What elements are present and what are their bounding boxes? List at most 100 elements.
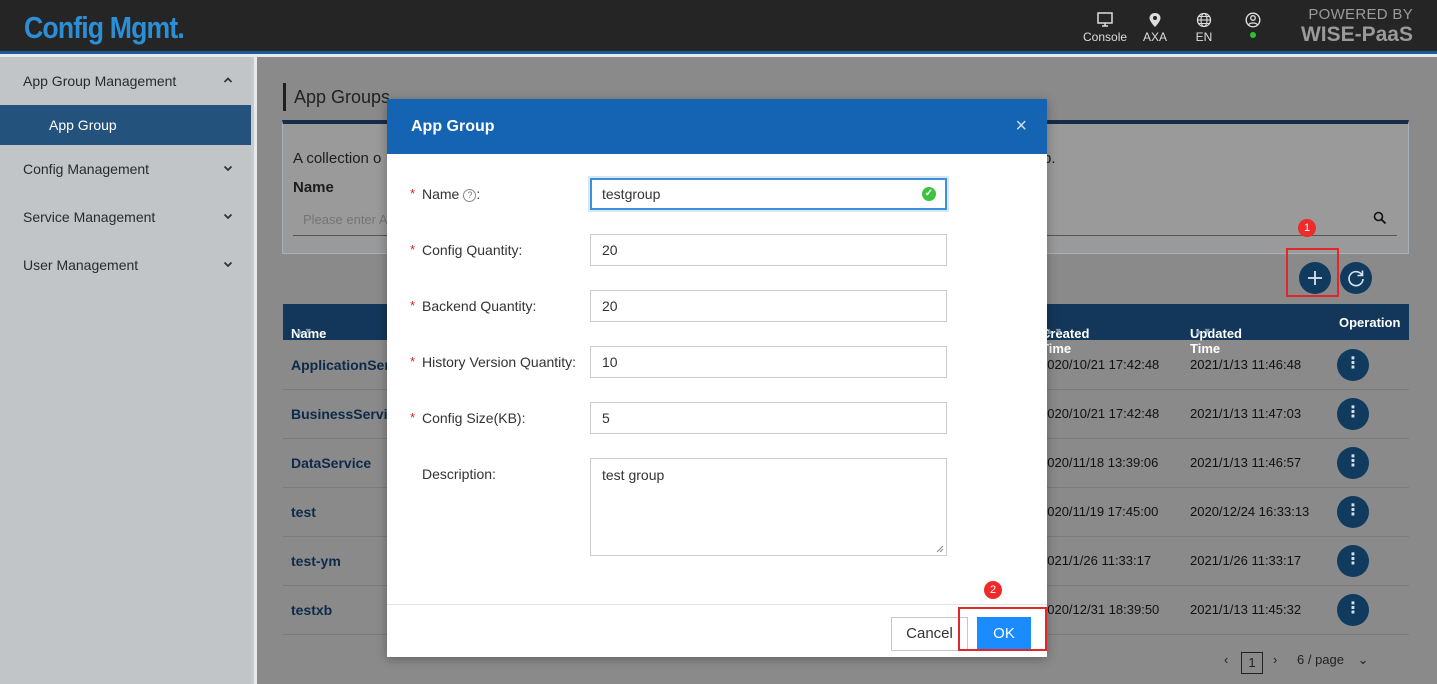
console-label: Console [1083, 30, 1128, 44]
dialog-title: App Group [411, 118, 495, 135]
required-mark: * [410, 410, 416, 425]
created-time: 2020/11/18 13:39:06 [1040, 455, 1159, 470]
created-time: 2020/10/21 17:42:48 [1040, 406, 1160, 421]
user-menu-button[interactable] [1244, 12, 1262, 38]
page-description: A collection o [293, 150, 382, 167]
updated-time: 2021/1/13 11:45:32 [1190, 602, 1302, 617]
app-group-name-link[interactable]: BusinessServic [291, 406, 395, 422]
close-icon[interactable]: × [1015, 99, 1027, 154]
sidebar-item-service-management[interactable]: Service Management [0, 193, 251, 241]
top-bar: Config Mgmt. Console AXA EN POWERED BY W… [0, 0, 1437, 54]
history-version-quantity-input[interactable]: 10 [590, 346, 947, 378]
description-textarea[interactable]: test group [590, 458, 947, 556]
app-logo[interactable]: Config Mgmt. [24, 10, 185, 46]
chevron-down-icon [223, 145, 233, 193]
console-button[interactable]: Console [1083, 12, 1127, 44]
step-badge-1: 1 [1298, 219, 1316, 237]
backend-quantity-input[interactable]: 20 [590, 290, 947, 322]
config-size-label: Config Size(KB): [422, 410, 526, 426]
location-label: AXA [1143, 30, 1168, 44]
sort-icon: ▲▼ [295, 326, 313, 336]
more-actions-button[interactable]: ⋮ [1337, 545, 1369, 577]
config-quantity-input[interactable]: 20 [590, 234, 947, 266]
config-quantity-label: Config Quantity: [422, 242, 523, 258]
app-group-name-link[interactable]: testxb [291, 602, 332, 618]
sidebar-item-label: User Management [23, 257, 139, 273]
backend-quantity-row: * Backend Quantity: 20 [387, 290, 1047, 322]
chevron-down-icon [223, 193, 233, 241]
resize-grip-icon[interactable] [936, 545, 944, 553]
sort-icon: ▲▼ [1045, 326, 1063, 336]
required-mark: * [410, 354, 416, 369]
updated-time: 2020/12/24 16:33:13 [1190, 504, 1310, 519]
backend-quantity-label: Backend Quantity: [422, 298, 537, 314]
online-status-dot [1250, 32, 1256, 38]
user-icon [1245, 12, 1261, 28]
chevron-up-icon [223, 57, 233, 105]
sidebar-item-config-management[interactable]: Config Management [0, 145, 251, 193]
language-label: EN [1195, 30, 1213, 44]
step-badge-2: 2 [984, 581, 1002, 599]
page-size-select[interactable]: 6 / page ⌄ [1297, 652, 1369, 668]
created-time: 2020/10/21 17:42:48 [1040, 357, 1160, 372]
sidebar-item-user-management[interactable]: User Management [0, 241, 251, 289]
prev-page-button[interactable]: ‹ [1224, 652, 1228, 667]
app-group-name-link[interactable]: ApplicationSer [291, 357, 390, 373]
location-button[interactable]: AXA [1143, 12, 1167, 44]
created-time: 2020/11/19 17:45:00 [1040, 504, 1159, 519]
dialog-header: App Group × [387, 99, 1047, 154]
required-mark: * [410, 242, 416, 257]
app-group-dialog: App Group × * Name?: testgroup ✓ * Confi… [387, 99, 1047, 657]
dialog-footer: Cancel OK [387, 604, 1047, 657]
sidebar: App Group Management App Group Config Ma… [0, 57, 254, 684]
globe-icon [1196, 12, 1212, 28]
sidebar-item-label: Config Management [23, 161, 150, 177]
more-actions-button[interactable]: ⋮ [1337, 398, 1369, 430]
updated-time: 2021/1/13 11:46:48 [1190, 357, 1302, 372]
refresh-icon [1348, 270, 1364, 287]
sidebar-item-label: App Group Management [23, 73, 177, 89]
sort-icon: ▲▼ [1194, 326, 1212, 336]
updated-time: 2021/1/13 11:46:57 [1190, 455, 1302, 470]
page-number-current[interactable]: 1 [1241, 652, 1263, 674]
updated-time: 2021/1/13 11:47:03 [1190, 406, 1302, 421]
search-icon[interactable] [1373, 211, 1387, 228]
sidebar-item-app-group[interactable]: App Group [0, 105, 251, 145]
name-input[interactable]: testgroup ✓ [590, 178, 947, 210]
created-time: 2020/12/31 18:39:50 [1040, 602, 1160, 617]
updated-time: 2021/1/26 11:33:17 [1190, 553, 1302, 568]
language-button[interactable]: EN [1195, 12, 1213, 44]
more-actions-button[interactable]: ⋮ [1337, 447, 1369, 479]
location-pin-icon [1149, 13, 1161, 27]
more-actions-button[interactable]: ⋮ [1337, 594, 1369, 626]
name-filter-label: Name [293, 179, 334, 196]
page-title: App Groups [283, 83, 390, 111]
app-group-name-link[interactable]: test-ym [291, 553, 341, 569]
refresh-button[interactable] [1340, 262, 1372, 294]
monitor-icon [1097, 12, 1113, 27]
app-group-name-link[interactable]: test [291, 504, 316, 520]
highlight-box-ok [958, 607, 1047, 651]
app-group-name-link[interactable]: DataService [291, 455, 371, 471]
next-page-button[interactable]: › [1273, 652, 1277, 667]
description-label: Description: [422, 466, 496, 482]
created-time: 2021/1/26 11:33:17 [1040, 553, 1152, 568]
required-mark: * [410, 298, 416, 313]
sidebar-item-label: Service Management [23, 209, 156, 225]
history-version-quantity-label: History Version Quantity: [422, 354, 577, 370]
highlight-box-add [1286, 248, 1339, 297]
name-field-label: Name?: [422, 186, 481, 202]
description-row: Description: test group [387, 458, 1047, 556]
name-field-row: * Name?: testgroup ✓ [387, 178, 1047, 210]
sidebar-item-app-group-management[interactable]: App Group Management [0, 57, 251, 105]
cancel-button[interactable]: Cancel [891, 617, 968, 651]
more-actions-button[interactable]: ⋮ [1337, 496, 1369, 528]
required-mark: * [410, 186, 416, 201]
config-size-input[interactable]: 5 [590, 402, 947, 434]
chevron-down-icon: ⌄ [1357, 652, 1369, 667]
more-actions-button[interactable]: ⋮ [1337, 349, 1369, 381]
wise-paas-text: WISE-PaaS [1300, 23, 1413, 46]
history-version-quantity-row: * History Version Quantity: 10 [387, 346, 1047, 378]
valid-check-icon: ✓ [922, 187, 936, 201]
help-icon[interactable]: ? [463, 189, 477, 202]
